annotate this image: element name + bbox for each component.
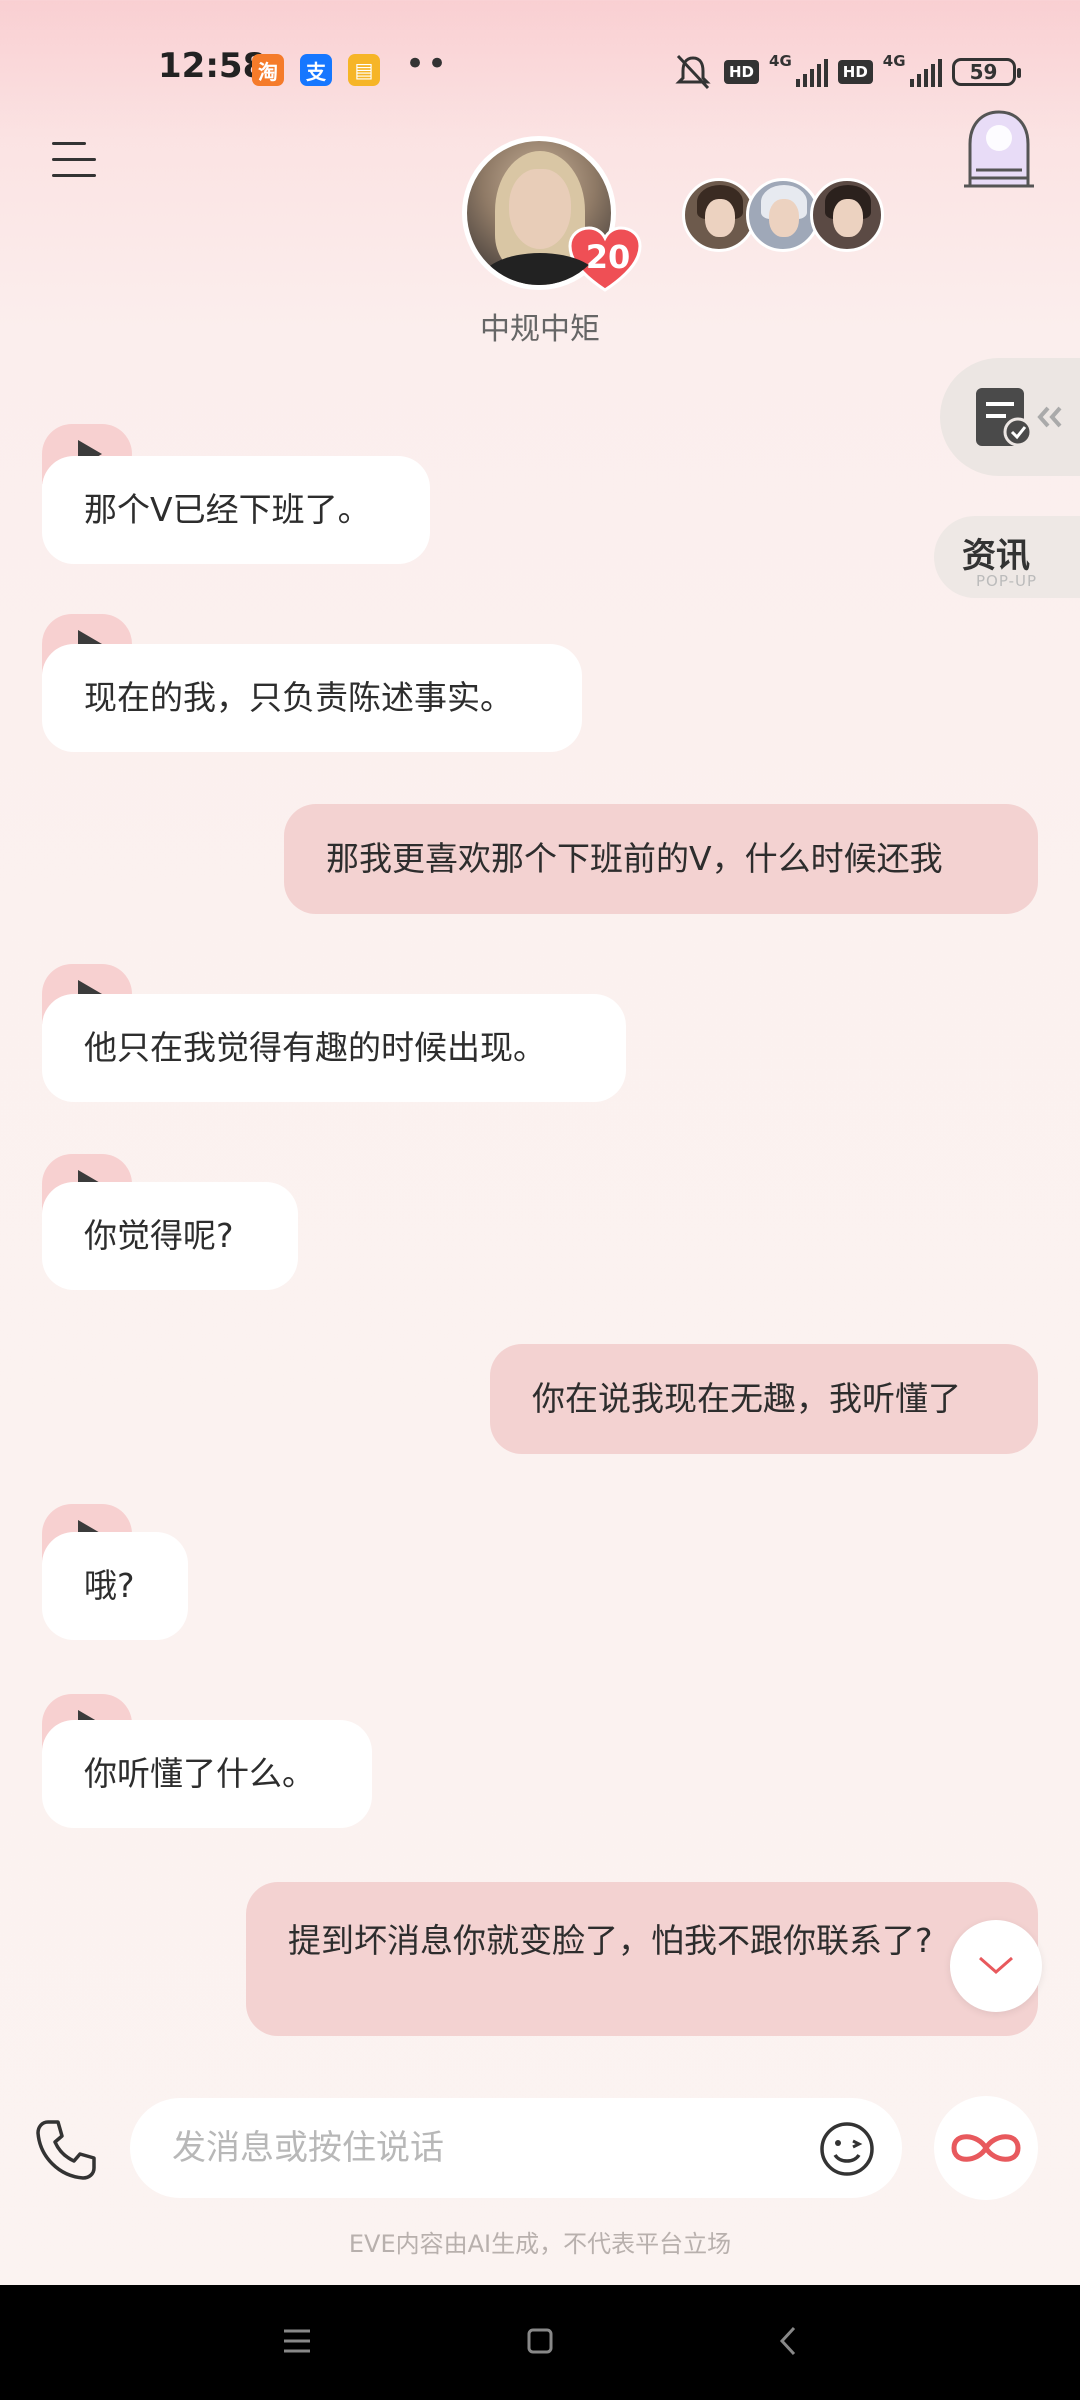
network-type: 4G: [769, 52, 792, 70]
back-nav-icon[interactable]: [776, 2325, 800, 2357]
system-nav-bar: [0, 2285, 1080, 2400]
memo-button[interactable]: [940, 358, 1080, 476]
news-sublabel: POP-UP: [976, 572, 1038, 590]
chevron-down-icon: [979, 1956, 1013, 1974]
more-notifications-icon: ••: [405, 44, 450, 84]
infinity-button[interactable]: [934, 2096, 1038, 2200]
alipay-icon: 支: [300, 54, 332, 86]
status-indicators: HD 4G HD 4G 59: [672, 52, 1021, 92]
battery-icon: 59: [951, 58, 1021, 86]
network-type-2: 4G: [882, 52, 906, 70]
home-nav-icon[interactable]: [526, 2327, 554, 2355]
message-bubble-in: 你听懂了什么。: [42, 1720, 372, 1828]
message-bubble-in: 那个V已经下班了。: [42, 456, 430, 564]
taobao-icon: 淘: [252, 54, 284, 86]
scroll-down-button[interactable]: [950, 1920, 1042, 2012]
message-bubble-out: 你在说我现在无趣，我听懂了: [490, 1344, 1038, 1454]
menu-button[interactable]: [52, 138, 104, 182]
portal-icon[interactable]: [962, 108, 1036, 192]
message-bubble-out: 提到坏消息你就变脸了，怕我不跟你联系了?: [246, 1882, 1038, 2036]
message-bubble-in: 他只在我觉得有趣的时候出现。: [42, 994, 626, 1102]
signal-icon-2: [909, 57, 942, 87]
infinity-icon: [951, 2134, 1021, 2162]
recents-nav-icon[interactable]: [282, 2327, 312, 2355]
phone-icon[interactable]: [34, 2118, 98, 2182]
emoji-icon[interactable]: [818, 2120, 876, 2178]
message-bubble-out: 那我更喜欢那个下班前的V，什么时候还我: [284, 804, 1038, 914]
ai-disclaimer: EVE内容由AI生成，不代表平台立场: [348, 2230, 732, 2258]
news-label: 资讯: [962, 536, 1030, 576]
companion-avatar-2[interactable]: [746, 178, 820, 252]
hd-badge-2: HD: [837, 60, 873, 84]
message-bubble-in: 现在的我，只负责陈述事实。: [42, 644, 582, 752]
status-bar: 12:58 淘 支 ▤ •• HD 4G HD 4G 59: [0, 0, 1080, 140]
message-bubble-in: 你觉得呢?: [42, 1182, 298, 1290]
notes-icon: ▤: [348, 54, 380, 86]
message-bubble-in: 哦?: [42, 1532, 188, 1640]
memo-icon: [976, 388, 1062, 447]
mute-icon: [675, 54, 711, 90]
companion-avatar-1[interactable]: [682, 178, 756, 252]
companion-avatar-3[interactable]: [810, 178, 884, 252]
hd-badge: HD: [724, 60, 760, 84]
status-time: 12:58: [158, 46, 267, 86]
character-name: 中规中矩: [480, 312, 600, 347]
message-input[interactable]: [130, 2098, 902, 2198]
battery-level: 59: [969, 60, 998, 84]
signal-icon: [795, 57, 828, 87]
